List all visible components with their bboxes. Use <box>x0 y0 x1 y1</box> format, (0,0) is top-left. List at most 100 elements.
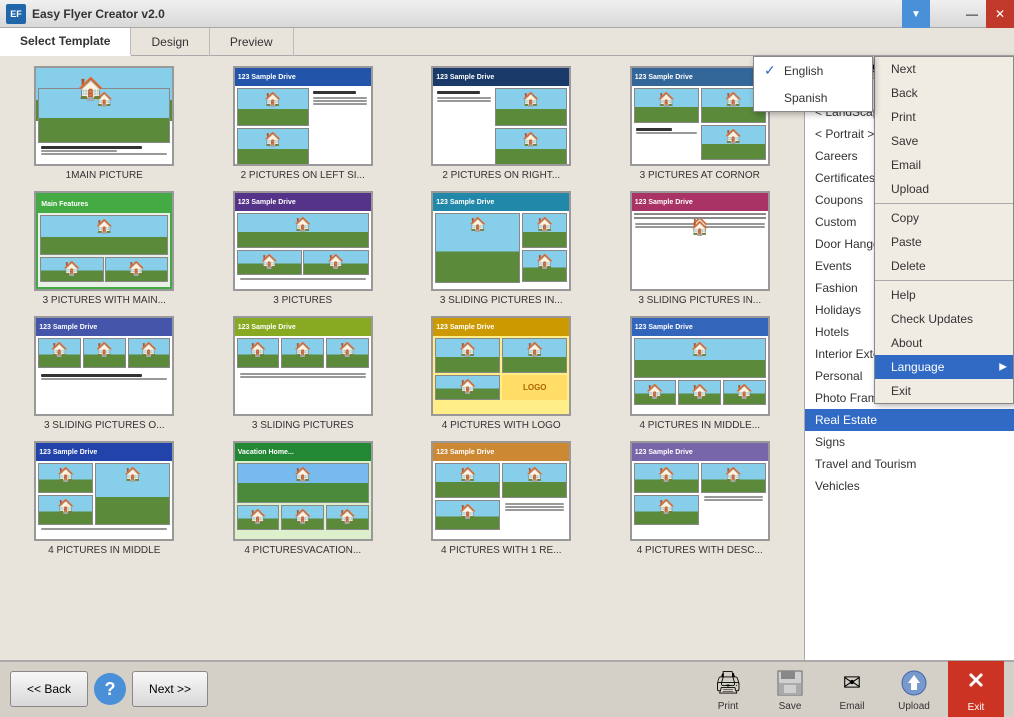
template-label-14: 4 PICTURESVACATION... <box>244 545 361 556</box>
template-thumb-10[interactable]: 123 Sample Drive <box>233 316 373 416</box>
template-thumb-2[interactable]: 123 Sample Drive <box>233 66 373 166</box>
menu-item-upload[interactable]: Upload <box>875 177 1013 201</box>
template-thumb-1[interactable]: 123 Sample Drive <box>34 66 174 166</box>
template-item[interactable]: 123 Sample Drive 2 PICTURES ON LEFT SI..… <box>209 66 398 181</box>
menu-item-exit[interactable]: Exit <box>875 379 1013 403</box>
template-item[interactable]: Vacation Home... 4 PICTURESVACATION... <box>209 441 398 556</box>
menu-item-copy[interactable]: Copy <box>875 206 1013 230</box>
app-title: Easy Flyer Creator v2.0 <box>32 7 165 21</box>
menu-item-back[interactable]: Back <box>875 81 1013 105</box>
menu-item-print[interactable]: Print <box>875 105 1013 129</box>
template-thumb-11[interactable]: 123 Sample Drive LOGO <box>431 316 571 416</box>
menu-item-help[interactable]: Help <box>875 283 1013 307</box>
template-label-2: 2 PICTURES ON LEFT SI... <box>241 170 365 181</box>
print-toolbar-button[interactable]: 🖨 Print <box>700 661 756 717</box>
window-controls: ▼ — ✕ <box>958 0 1014 28</box>
category-item-vehicles[interactable]: Vehicles <box>805 475 1014 497</box>
context-menu: Next Back Print Save Email Upload Copy P… <box>874 56 1014 404</box>
dropdown-arrow: ▼ <box>911 9 921 20</box>
menu-item-language[interactable]: Language <box>875 355 1013 379</box>
template-grid[interactable]: 123 Sample Drive 1MAIN PICTURE 123 Sampl… <box>0 56 804 660</box>
bottom-toolbar: << Back ? Next >> 🖨 Print Save ✉ Email U <box>0 660 1014 716</box>
help-button[interactable]: ? <box>94 673 126 705</box>
template-label-15: 4 PICTURES WITH 1 RE... <box>441 545 562 556</box>
exit-label: Exit <box>968 702 985 713</box>
template-label-10: 3 SLIDING PICTURES <box>252 420 354 431</box>
template-item[interactable]: 123 Sample Drive 3 SLIDING PICTURES O... <box>10 316 199 431</box>
tab-select-template[interactable]: Select Template <box>0 28 131 56</box>
close-button[interactable]: ✕ <box>986 0 1014 28</box>
lang-item-spanish[interactable]: ✓ Spanish <box>754 84 872 111</box>
template-thumb-13[interactable]: 123 Sample Drive <box>34 441 174 541</box>
exit-icon <box>962 666 990 700</box>
menu-item-check-updates[interactable]: Check Updates <box>875 307 1013 331</box>
template-label-3: 2 PICTURES ON RIGHT... <box>442 170 560 181</box>
template-item[interactable]: 123 Sample Drive 1MAIN PICTURE <box>10 66 199 181</box>
template-thumb-5[interactable]: Main Features <box>34 191 174 291</box>
menu-item-about[interactable]: About <box>875 331 1013 355</box>
template-thumb-9[interactable]: 123 Sample Drive <box>34 316 174 416</box>
template-item[interactable]: 123 Sample Drive LOGO 4 PICTURES WITH LO… <box>407 316 596 431</box>
checkmark-english: ✓ <box>764 62 778 79</box>
template-item[interactable]: 123 Sample Drive 2 PICTURES ON RIGHT... <box>407 66 596 181</box>
template-label-5: 3 PICTURES WITH MAIN... <box>43 295 166 306</box>
language-submenu: ✓ English ✓ Spanish <box>753 56 873 112</box>
template-item[interactable]: 123 Sample Drive 4 PICTURES IN MIDDLE... <box>606 316 795 431</box>
minimize-button[interactable]: — <box>958 0 986 28</box>
next-button[interactable]: Next >> <box>132 671 208 707</box>
upload-icon <box>898 667 930 699</box>
template-label-9: 3 SLIDING PICTURES O... <box>44 420 165 431</box>
template-thumb-7[interactable]: 123 Sample Drive <box>431 191 571 291</box>
template-label-13: 4 PICTURES IN MIDDLE <box>48 545 160 556</box>
template-thumb-14[interactable]: Vacation Home... <box>233 441 373 541</box>
dropdown-button[interactable]: ▼ <box>902 0 930 28</box>
template-item[interactable]: 123 Sample Drive 3 SLIDING PICTURES <box>407 191 596 306</box>
category-item-signs[interactable]: Signs <box>805 431 1014 453</box>
template-label-12: 4 PICTURES IN MIDDLE... <box>639 420 760 431</box>
nav-bar: Select Template Design Preview <box>0 28 1014 56</box>
save-toolbar-button[interactable]: Save <box>762 661 818 717</box>
lang-label-english: English <box>784 64 823 78</box>
template-label-4: 3 PICTURES AT CORNOR <box>640 170 760 181</box>
tab-design[interactable]: Design <box>131 28 209 56</box>
menu-item-paste[interactable]: Paste <box>875 230 1013 254</box>
menu-separator-1 <box>875 203 1013 204</box>
tab-preview[interactable]: Preview <box>210 28 294 56</box>
template-item[interactable]: Main Features 3 PICTURES WITH MAIN... <box>10 191 199 306</box>
title-bar: EF Easy Flyer Creator v2.0 ▼ — ✕ <box>0 0 1014 28</box>
main-area: 123 Sample Drive 1MAIN PICTURE 123 Sampl… <box>0 56 1014 660</box>
template-label-11: 4 PICTURES WITH LOGO <box>442 420 561 431</box>
template-thumb-12[interactable]: 123 Sample Drive <box>630 316 770 416</box>
template-thumb-16[interactable]: 123 Sample Drive <box>630 441 770 541</box>
template-item[interactable]: 123 Sample Drive 3 SLIDING PICTURES IN..… <box>606 191 795 306</box>
template-thumb-4[interactable]: 123 Sample Drive <box>630 66 770 166</box>
template-thumb-6[interactable]: 123 Sample Drive <box>233 191 373 291</box>
upload-toolbar-button[interactable]: Upload <box>886 661 942 717</box>
menu-item-next[interactable]: Next <box>875 57 1013 81</box>
template-thumb-15[interactable]: 123 Sample Drive <box>431 441 571 541</box>
template-item[interactable]: 123 Sample Drive 3 PICTURES <box>209 191 398 306</box>
template-item[interactable]: 123 Sample Drive 3 <box>209 316 398 431</box>
template-item[interactable]: 123 Sample Drive <box>10 441 199 556</box>
template-item[interactable]: 123 Sample Drive 4 PICTURES WITH 1 RE... <box>407 441 596 556</box>
template-thumb-8[interactable]: 123 Sample Drive <box>630 191 770 291</box>
lang-label-spanish: Spanish <box>784 91 827 105</box>
lang-item-english[interactable]: ✓ English <box>754 57 872 84</box>
email-label: Email <box>839 701 864 712</box>
exit-toolbar-button[interactable]: Exit <box>948 661 1004 717</box>
app-icon: EF <box>6 4 26 24</box>
menu-item-save[interactable]: Save <box>875 129 1013 153</box>
back-button[interactable]: << Back <box>10 671 88 707</box>
category-item-real-estate[interactable]: Real Estate <box>805 409 1014 431</box>
menu-item-delete[interactable]: Delete <box>875 254 1013 278</box>
upload-label: Upload <box>898 701 930 712</box>
template-item[interactable]: 123 Sample Drive 4 <box>606 441 795 556</box>
template-label-7: 3 SLIDING PICTURES IN... <box>440 295 563 306</box>
save-label: Save <box>779 701 802 712</box>
category-item-travel-tourism[interactable]: Travel and Tourism <box>805 453 1014 475</box>
print-label: Print <box>718 701 739 712</box>
template-thumb-3[interactable]: 123 Sample Drive <box>431 66 571 166</box>
email-toolbar-button[interactable]: ✉ Email <box>824 661 880 717</box>
template-label-16: 4 PICTURES WITH DESC... <box>637 545 763 556</box>
menu-item-email[interactable]: Email <box>875 153 1013 177</box>
